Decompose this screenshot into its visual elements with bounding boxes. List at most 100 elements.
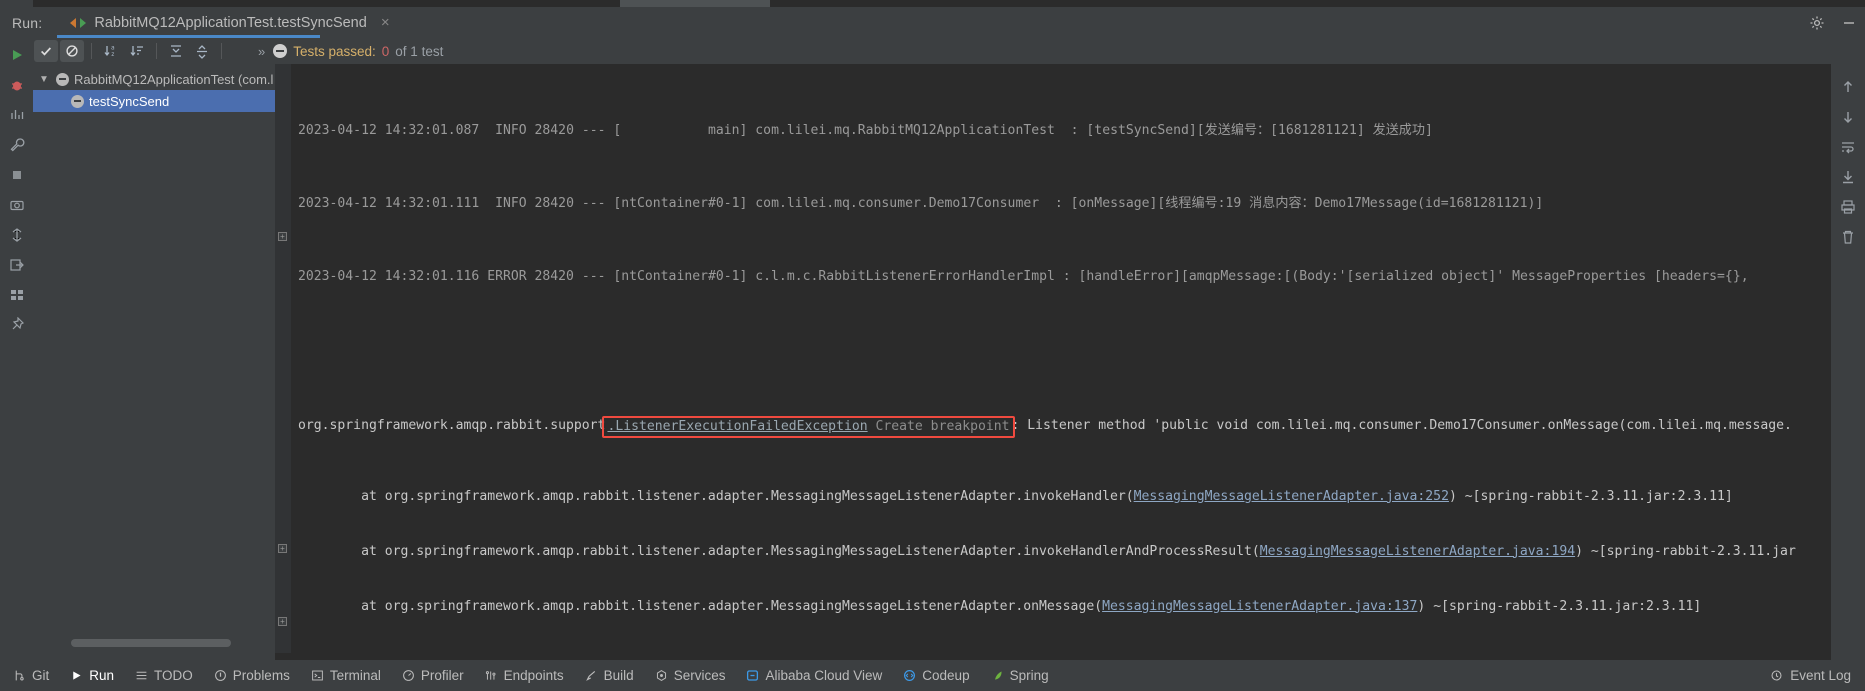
stack-suffix: ) ~[spring-rabbit-2.3.11.jar — [1575, 543, 1796, 559]
close-icon[interactable]: × — [381, 15, 390, 30]
stack-prefix: at org.springframework.amqp.rabbit.liste… — [298, 598, 1103, 614]
build-hammer-icon — [584, 668, 599, 683]
stack-line: at org.springframework.amqp.rabbit.liste… — [298, 543, 1831, 561]
create-breakpoint-box[interactable]: .ListenerExecutionFailedException Create… — [602, 415, 1015, 438]
log-pid: 28420 — [534, 196, 574, 212]
minimize-icon[interactable] — [1833, 7, 1865, 38]
sort-by-duration-icon[interactable] — [125, 40, 149, 62]
status-item-endpoints[interactable]: Endpoints — [484, 668, 564, 683]
test-ignored-icon — [71, 94, 84, 108]
status-item-label: Endpoints — [503, 668, 564, 683]
chevron-down-icon[interactable]: ▼ — [39, 74, 51, 85]
event-log-label[interactable]: Event Log — [1790, 668, 1851, 683]
status-item-profiler[interactable]: Profiler — [401, 668, 464, 683]
run-header: Run: RabbitMQ12ApplicationTest.testSyncS… — [0, 7, 1865, 38]
exception-class[interactable]: .ListenerExecutionFailedException — [607, 419, 867, 434]
log-sep: --- — [581, 122, 606, 138]
log-level: INFO — [495, 196, 527, 212]
console-output[interactable]: + + + 2023-04-12 14:32:01.087 INFO 28420… — [275, 64, 1831, 653]
log-pid: 28420 — [534, 122, 574, 138]
stack-link[interactable]: MessagingMessageListenerAdapter.java:194 — [1260, 544, 1575, 559]
tree-horizontal-scrollbar[interactable] — [71, 639, 271, 647]
toolbar-separator-2 — [156, 43, 157, 59]
status-item-build[interactable]: Build — [584, 668, 634, 683]
console-text[interactable]: 2023-04-12 14:32:01.087 INFO 28420 --- [… — [291, 64, 1831, 653]
profiler-icon — [401, 668, 416, 683]
stack-suffix: ) ~[spring-rabbit-2.3.11.jar:2.3.11] — [1417, 598, 1702, 614]
log-colon: : — [1054, 196, 1063, 212]
tree-row-testSyncSend[interactable]: testSyncSend — [33, 90, 275, 112]
spring-leaf-icon — [990, 668, 1005, 683]
status-item-label: TODO — [154, 668, 193, 683]
status-bar: Git Run TODO Problems Terminal Profiler … — [0, 660, 1865, 691]
status-item-problems[interactable]: Problems — [213, 668, 290, 683]
window-controls — [1801, 7, 1865, 38]
terminal-icon — [310, 668, 325, 683]
ide-window: Run: RabbitMQ12ApplicationTest.testSyncS… — [0, 0, 1865, 691]
stack-prefix: at org.springframework.amqp.rabbit.liste… — [298, 488, 1134, 504]
gear-icon[interactable] — [1801, 7, 1833, 38]
fold-marker-3[interactable]: + — [278, 617, 287, 626]
scroll-up-icon[interactable] — [1831, 72, 1865, 102]
soft-wrap-icon[interactable] — [1831, 132, 1865, 162]
git-branch-icon — [12, 668, 27, 683]
status-item-git[interactable]: Git — [12, 668, 49, 683]
log-line-error: 2023-04-12 14:32:01.116 ERROR 28420 --- … — [298, 268, 1831, 286]
print-icon[interactable] — [1831, 192, 1865, 222]
status-item-todo[interactable]: TODO — [134, 668, 193, 683]
toolbar-overflow-button[interactable]: » — [258, 44, 265, 59]
status-item-run[interactable]: Run — [69, 668, 114, 683]
sort-alphabetically-icon[interactable]: az — [99, 40, 123, 62]
status-item-label: Terminal — [329, 668, 381, 683]
scroll-to-end-icon[interactable] — [1831, 162, 1865, 192]
status-item-services[interactable]: Services — [654, 668, 726, 683]
status-item-alibaba-cloud-view[interactable]: Alibaba Cloud View — [745, 668, 882, 683]
test-toolbar: az » Tests passed: 0 of 1 test — [33, 38, 1865, 64]
status-item-label: Services — [673, 668, 726, 683]
layout-icon[interactable] — [0, 280, 33, 310]
tree-row-root[interactable]: ▼ RabbitMQ12ApplicationTest (com.l — [33, 68, 275, 90]
editor-tab-peek — [620, 0, 770, 7]
expand-all-icon[interactable] — [164, 40, 188, 62]
log-message: [onMessage][线程编号:19 消息内容：Demo17Message(i… — [1070, 196, 1544, 212]
log-logger: c.l.m.c.RabbitListenerErrorHandlerImpl — [755, 269, 1055, 285]
log-level: INFO — [495, 122, 527, 138]
collapse-all-icon[interactable] — [190, 40, 214, 62]
run-triangle-icon — [69, 668, 84, 683]
camera-icon[interactable] — [0, 190, 33, 220]
stack-line: at org.springframework.amqp.rabbit.liste… — [298, 488, 1831, 506]
debug-bug-icon[interactable] — [0, 70, 33, 100]
fold-marker[interactable]: + — [278, 232, 287, 241]
run-tab[interactable]: RabbitMQ12ApplicationTest.testSyncSend × — [68, 9, 395, 36]
log-thread: [ntContainer#0-1] — [613, 269, 748, 285]
endpoints-icon — [484, 668, 499, 683]
run-tab-title: RabbitMQ12ApplicationTest.testSyncSend — [94, 14, 367, 31]
svg-text:z: z — [111, 51, 115, 58]
run-icon[interactable] — [0, 40, 33, 70]
status-item-terminal[interactable]: Terminal — [310, 668, 381, 683]
status-item-codeup[interactable]: Codeup — [902, 668, 970, 683]
stack-link[interactable]: MessagingMessageListenerAdapter.java:252 — [1134, 489, 1449, 504]
export-icon[interactable] — [0, 250, 33, 280]
trash-icon[interactable] — [1831, 222, 1865, 252]
profiler-icon[interactable] — [0, 100, 33, 130]
ignored-icon[interactable] — [60, 40, 84, 62]
scroll-down-icon[interactable] — [1831, 102, 1865, 132]
console-horizontal-scrollbar[interactable] — [275, 653, 1831, 660]
fold-marker-2[interactable]: + — [278, 544, 287, 553]
log-time: 2023-04-12 14:32:01.116 — [298, 269, 480, 285]
tree-item-label: testSyncSend — [89, 93, 170, 109]
tests-passed-count: 0 — [381, 43, 390, 59]
test-ignored-icon — [56, 72, 69, 86]
pin-icon[interactable] — [0, 310, 33, 340]
wrench-icon[interactable] — [0, 130, 33, 160]
create-breakpoint-label[interactable]: Create breakpoint — [876, 419, 1010, 434]
stop-icon[interactable] — [0, 160, 33, 190]
status-item-spring[interactable]: Spring — [990, 668, 1049, 683]
check-icon[interactable] — [34, 40, 58, 62]
services-icon — [654, 668, 669, 683]
todo-list-icon — [134, 668, 149, 683]
stack-link[interactable]: MessagingMessageListenerAdapter.java:137 — [1102, 599, 1417, 614]
codeup-icon — [902, 668, 917, 683]
thread-dump-icon[interactable] — [0, 220, 33, 250]
